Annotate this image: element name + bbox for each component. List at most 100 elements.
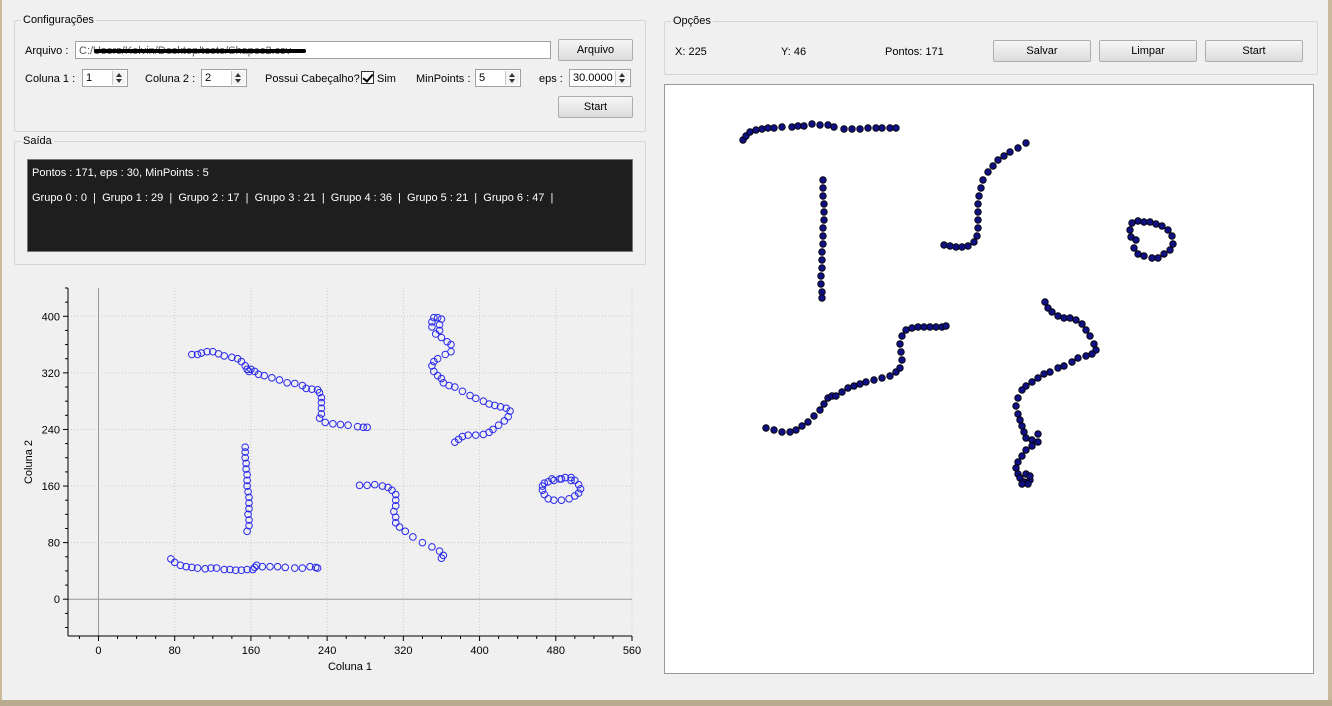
canvas-point xyxy=(908,324,916,332)
scatter-point xyxy=(576,485,585,493)
scatter-point xyxy=(370,480,379,489)
coluna1-label: Coluna 1 : xyxy=(25,73,76,85)
canvas-point xyxy=(818,256,826,264)
cabecalho-option-label[interactable]: Sim xyxy=(377,72,396,86)
canvas-point xyxy=(1078,320,1086,328)
chevron-up-icon xyxy=(509,73,515,77)
coluna2-stepper-arrows[interactable] xyxy=(231,71,245,85)
canvas-point xyxy=(758,125,766,133)
options-group-title: Opções xyxy=(671,14,713,28)
canvas-point xyxy=(892,124,900,132)
canvas-point xyxy=(1012,402,1020,410)
canvas-point xyxy=(1152,220,1160,228)
canvas-point xyxy=(974,216,982,224)
scatter-point xyxy=(565,494,573,503)
scatter-point xyxy=(266,562,274,571)
options-group: Opções X: 225 Y: 46 Pontos: 171 Salvar L… xyxy=(664,14,1318,75)
coluna1-spinbox[interactable]: 1 xyxy=(82,69,128,87)
scatter-point xyxy=(471,431,480,439)
canvas-point xyxy=(942,322,950,330)
x-tick-label-0: 0 xyxy=(95,645,101,657)
minpoints-stepper-arrows[interactable] xyxy=(505,71,519,85)
canvas-point xyxy=(940,241,948,249)
canvas-point xyxy=(1018,480,1026,488)
scatter-point xyxy=(479,430,488,439)
canvas-point xyxy=(770,124,778,132)
canvas-point xyxy=(1072,316,1080,324)
minpoints-spinbox[interactable]: 5 xyxy=(475,69,521,87)
canvas-point xyxy=(896,364,904,372)
canvas-point xyxy=(820,200,828,208)
coluna2-spinbox[interactable]: 2 xyxy=(201,69,247,87)
canvas-point xyxy=(1054,364,1062,372)
arquivo-path-field[interactable]: C:/Users/Kelvin/Desktop/teste/Shapes2.cs… xyxy=(75,41,551,59)
config-start-button[interactable]: Start xyxy=(558,96,633,118)
options-start-button[interactable]: Start xyxy=(1205,40,1303,62)
canvas-point xyxy=(1034,430,1042,438)
scatter-point xyxy=(557,496,566,504)
taskbar-strip xyxy=(0,700,1332,706)
scatter-point xyxy=(494,421,503,430)
canvas-point xyxy=(870,376,878,384)
canvas-point xyxy=(878,374,886,382)
canvas-point xyxy=(958,243,966,251)
canvas-point xyxy=(1168,232,1176,240)
canvas-point xyxy=(1164,226,1172,234)
scatter-point xyxy=(283,378,291,387)
canvas-point xyxy=(1000,152,1008,160)
drawing-canvas[interactable] xyxy=(664,84,1314,674)
canvas-point xyxy=(896,340,904,348)
canvas-point xyxy=(1132,236,1140,244)
canvas-point xyxy=(1018,452,1026,460)
canvas-point xyxy=(1016,416,1024,424)
eps-stepper-arrows[interactable] xyxy=(615,71,629,85)
canvas-point xyxy=(817,272,825,280)
canvas-point xyxy=(964,242,972,250)
output-group: Saída Pontos : 171, eps : 30, MinPoints … xyxy=(14,134,646,265)
canvas-point xyxy=(808,120,816,128)
canvas-point xyxy=(1066,314,1074,322)
scatter-point xyxy=(433,313,442,322)
cabecalho-checkbox[interactable] xyxy=(361,71,374,84)
canvas-point xyxy=(819,224,827,232)
canvas-point xyxy=(820,400,828,408)
scatter-point xyxy=(500,417,509,425)
canvas-point xyxy=(1054,312,1062,320)
canvas-point xyxy=(886,372,894,380)
canvas-point xyxy=(1018,422,1026,430)
canvas-point xyxy=(816,406,824,414)
canvas-point xyxy=(864,124,872,132)
eps-value: 30.0000 xyxy=(573,72,613,84)
canvas-point xyxy=(820,216,828,224)
canvas-point xyxy=(898,356,906,364)
canvas-point xyxy=(800,122,808,130)
config-group: Configurações Arquivo : C:/Users/Kelvin/… xyxy=(14,13,646,132)
canvas-point xyxy=(1082,326,1090,334)
canvas-point xyxy=(1166,246,1174,254)
canvas-point xyxy=(1088,350,1096,358)
canvas-point xyxy=(1068,358,1076,366)
scatter-point xyxy=(268,374,276,382)
minpoints-value: 5 xyxy=(479,72,486,84)
canvas-point xyxy=(977,184,985,192)
canvas-point xyxy=(1014,144,1022,152)
canvas-point xyxy=(1128,219,1136,227)
salvar-button[interactable]: Salvar xyxy=(993,40,1091,62)
arquivo-button[interactable]: Arquivo xyxy=(558,39,633,61)
chevron-up-icon xyxy=(619,73,625,77)
canvas-point xyxy=(974,224,982,232)
coluna1-stepper-arrows[interactable] xyxy=(112,71,126,85)
canvas-point xyxy=(1074,354,1082,362)
x-tick-label-7: 560 xyxy=(623,645,641,657)
eps-spinbox[interactable]: 30.0000 xyxy=(569,69,631,87)
x-coordinate-readout: X: 225 xyxy=(675,46,707,58)
canvas-point xyxy=(979,176,987,184)
output-console: Pontos : 171, eps : 30, MinPoints : 5 Gr… xyxy=(27,159,633,252)
x-tick-label-1: 80 xyxy=(169,645,181,657)
coluna1-value: 1 xyxy=(86,72,93,84)
canvas-point xyxy=(850,382,858,390)
limpar-button[interactable]: Limpar xyxy=(1099,40,1197,62)
canvas-point xyxy=(1086,332,1094,340)
canvas-point xyxy=(819,192,827,200)
canvas-point xyxy=(1014,410,1022,418)
